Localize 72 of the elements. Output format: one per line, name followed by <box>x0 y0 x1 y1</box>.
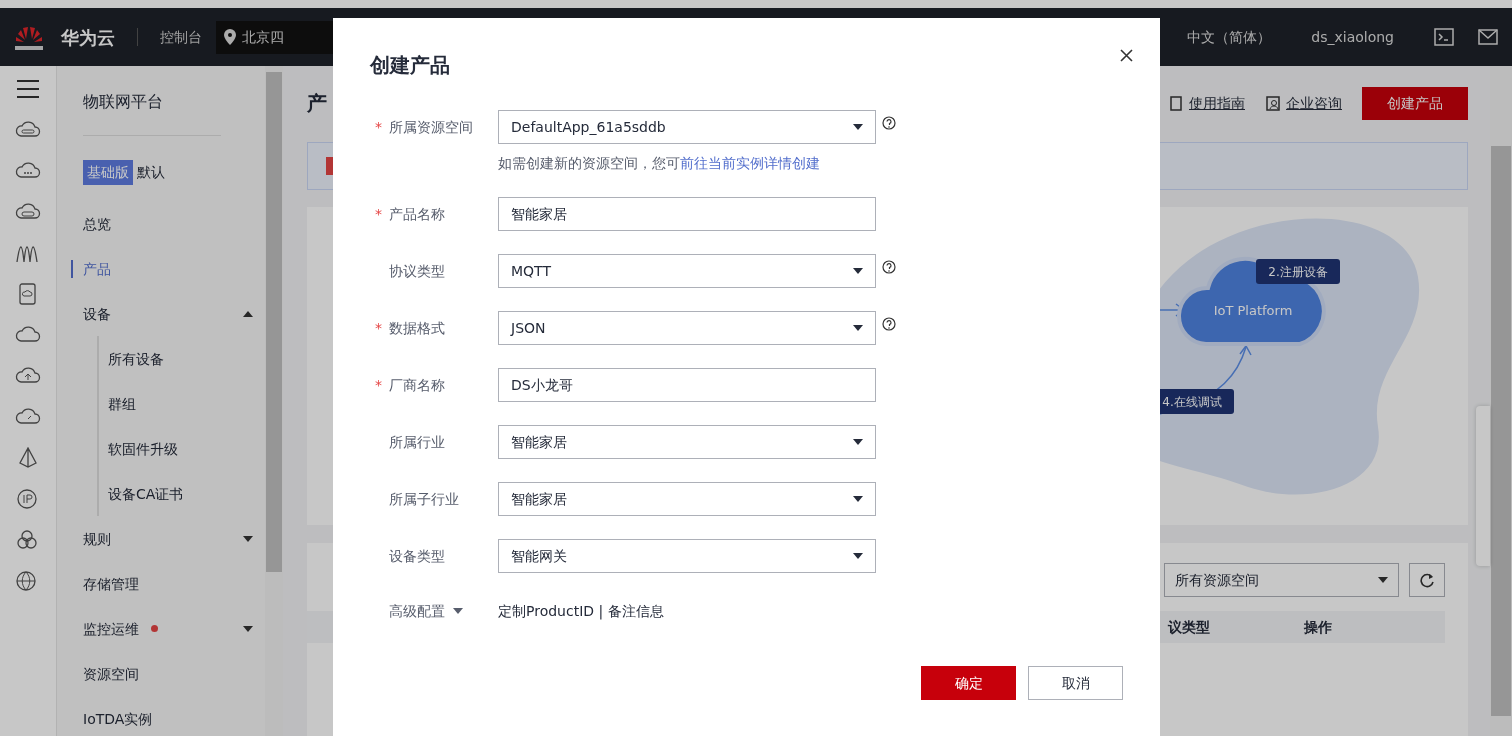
detail-link[interactable]: 前往当前实例详情创建 <box>680 155 820 171</box>
sidebar-item[interactable]: 规则 <box>71 529 111 548</box>
sidebar-item[interactable]: 总览 <box>71 214 111 233</box>
field-label: 产品名称 <box>389 204 445 224</box>
advanced-toggle[interactable]: 高级配置 <box>370 599 498 623</box>
caret-icon[interactable] <box>243 625 253 632</box>
cancel-button[interactable]: 取消 <box>1028 666 1123 700</box>
language-selector[interactable]: 中文（简体） <box>1187 26 1272 48</box>
help-icon[interactable] <box>882 260 896 274</box>
input-field[interactable]: 智能家居 <box>498 197 876 231</box>
edition-badge: 基础版 <box>83 160 133 185</box>
column-header: 操作 <box>1304 617 1332 637</box>
scrollbar-thumb[interactable] <box>1491 146 1511 716</box>
page-title: 产 <box>307 90 327 117</box>
sidebar-item[interactable]: 存储管理 <box>71 574 139 593</box>
select-field[interactable]: 智能家居 <box>498 482 876 516</box>
console-link[interactable]: 控制台 <box>160 26 202 48</box>
terminal-icon[interactable] <box>1434 28 1454 46</box>
caret-icon[interactable] <box>243 535 253 542</box>
user-name[interactable]: ds_xiaolong <box>1311 26 1394 48</box>
mail-icon[interactable] <box>1478 29 1498 45</box>
sidebar-item[interactable]: 所有设备 <box>96 349 164 368</box>
sidebar-item[interactable]: IoTDA实例 <box>71 709 153 728</box>
help-icon[interactable] <box>882 116 896 130</box>
select-field[interactable]: DefaultApp_61a5sddb <box>498 110 876 144</box>
refresh-button[interactable] <box>1409 563 1445 597</box>
create-product-button[interactable]: 创建产品 <box>1362 86 1468 120</box>
select-field[interactable]: MQTT <box>498 254 876 288</box>
field-label: 所属子行业 <box>389 489 459 509</box>
select-field[interactable]: 智能家居 <box>498 425 876 459</box>
scrollbar-thumb[interactable] <box>266 72 282 572</box>
advanced-options: 定制ProductID | 备注信息 <box>498 600 664 622</box>
person-card-icon <box>1265 94 1281 112</box>
select-field[interactable]: 智能网关 <box>498 539 876 573</box>
confirm-button[interactable]: 确定 <box>921 666 1016 700</box>
field-label: 所属资源空间 <box>389 117 473 137</box>
field-label: 厂商名称 <box>389 375 445 395</box>
select-field[interactable]: JSON <box>498 311 876 345</box>
region-selector[interactable]: 北京四 <box>216 20 336 54</box>
field-label: 数据格式 <box>389 318 445 338</box>
field-label: 所属行业 <box>389 432 445 452</box>
field-label: 设备类型 <box>389 546 445 566</box>
column-header: 议类型 <box>1168 617 1210 637</box>
location-pin-icon <box>224 29 236 45</box>
sidebar-item[interactable]: 资源空间 <box>71 664 139 683</box>
brand-name[interactable]: 华为云 <box>61 23 115 51</box>
sidebar-item[interactable]: 群组 <box>96 394 136 413</box>
platform-label: IoT Platform <box>1213 303 1293 318</box>
step-label: 2.注册设备 <box>1256 259 1340 284</box>
space-filter-select[interactable]: 所有资源空间 <box>1164 563 1399 597</box>
refresh-icon <box>1419 572 1435 588</box>
input-field[interactable]: DS小龙哥 <box>498 368 876 402</box>
caret-icon[interactable] <box>243 310 253 317</box>
dialog-title: 创建产品 <box>370 52 451 79</box>
sidebar-item[interactable]: 软固件升级 <box>96 439 178 458</box>
required-mark: * <box>375 205 382 222</box>
sidebar-item[interactable]: 设备 <box>71 304 111 323</box>
required-mark: * <box>375 319 382 336</box>
hint-text: 如需创建新的资源空间，您可前往当前实例详情创建 <box>498 154 821 173</box>
close-icon <box>1119 47 1134 63</box>
sidebar-item[interactable]: 监控运维 <box>71 619 139 638</box>
book-icon <box>1168 94 1184 112</box>
help-icon[interactable] <box>882 317 896 331</box>
edition-label: 默认 <box>137 163 165 182</box>
sidebar-title: 物联网平台 <box>83 91 164 113</box>
guide-link[interactable]: 企业咨询 <box>1265 92 1342 114</box>
required-mark: * <box>375 118 382 135</box>
sidebar-item[interactable]: 设备CA证书 <box>96 484 184 503</box>
sidebar-item[interactable]: 产品 <box>71 259 111 278</box>
menu-icon[interactable] <box>15 78 41 100</box>
required-mark: * <box>375 376 382 393</box>
field-label: 协议类型 <box>389 261 445 281</box>
